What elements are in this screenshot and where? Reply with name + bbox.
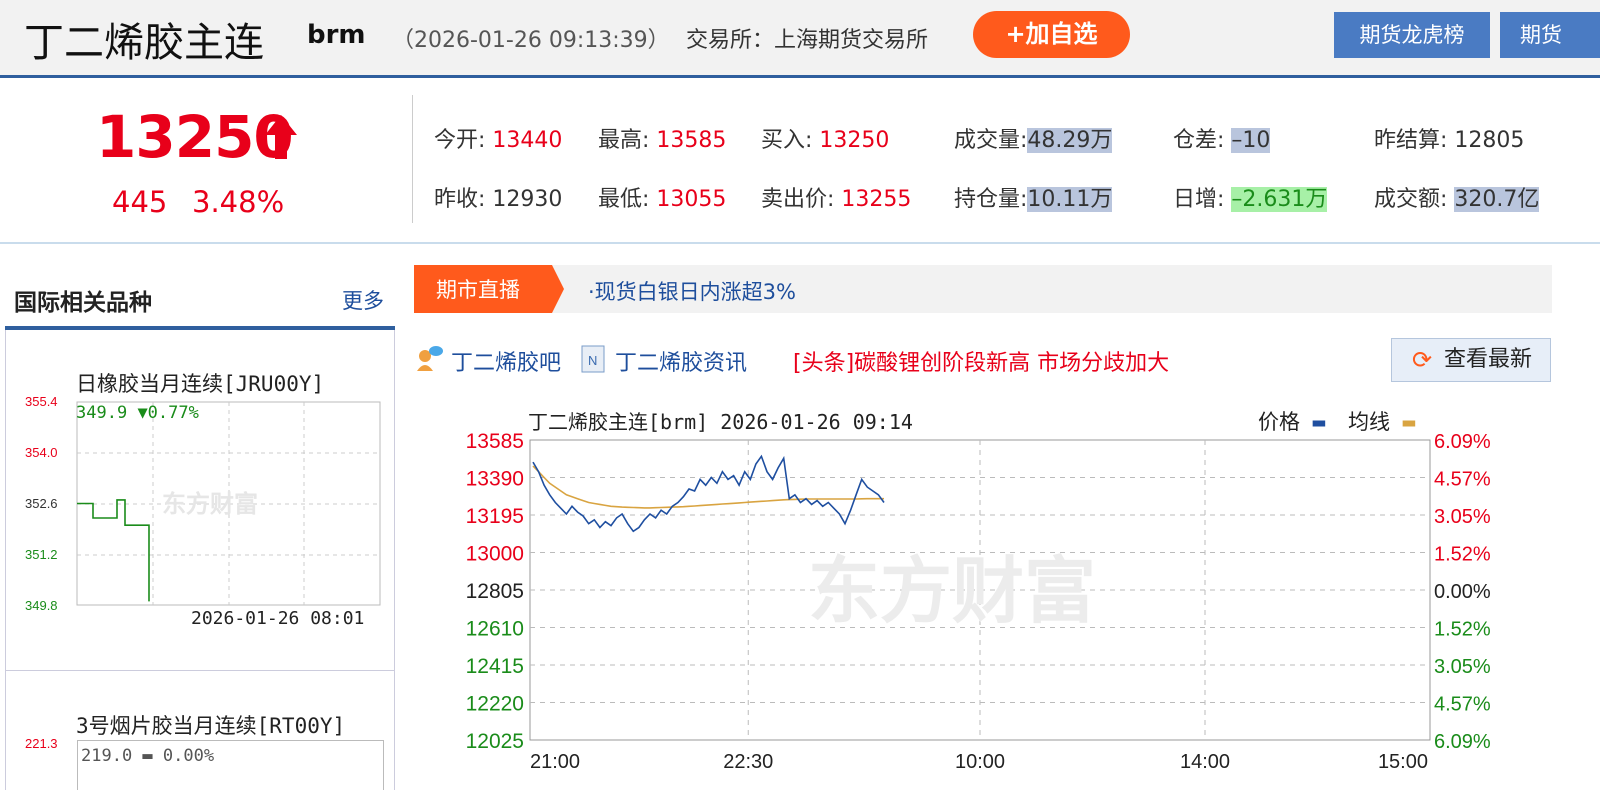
divider (6, 670, 394, 671)
sidebar-title: 国际相关品种 (14, 290, 152, 316)
forum-icon (417, 346, 443, 371)
mini-y-tick: 221.3 (25, 736, 58, 751)
price-change-pct: 3.48% (192, 185, 285, 219)
field-prev-close: 昨收: 12930 (434, 187, 563, 212)
field-prev-settle: 昨结算: 12805 (1374, 128, 1525, 153)
mini-last-price: 219.0 ▬ 0.00% (81, 746, 215, 766)
y-pct-label: 3.05% (1434, 506, 1491, 528)
watermark: 东方财富 (808, 552, 1096, 632)
y-tick-label: 12415 (466, 655, 524, 678)
futures-nav-button[interactable]: 期货 (1500, 12, 1600, 58)
add-watchlist-button[interactable]: +加自选 (973, 11, 1130, 58)
intraday-chart[interactable]: 东方财富 13585 13390 13195 13000 12805 12610 12415… (440, 426, 1540, 790)
news-tab[interactable]: 期市直播 (414, 265, 564, 313)
news-ticker (414, 265, 1552, 313)
mini-y-tick: 352.6 (25, 496, 58, 511)
mini-last-price: 349.9 ▼0.77% (76, 403, 199, 423)
y-tick-label: 13390 (466, 468, 524, 491)
field-high: 最高: 13585 (598, 128, 727, 153)
quote-panel: 13250 445 3.48% 今开: 13440 最高: 13585 买入: … (0, 81, 1600, 244)
related-item-title[interactable]: 3号烟片胶当月连续[RT00Y] (76, 710, 345, 740)
mini-y-tick: 349.8 (25, 598, 58, 613)
field-open: 今开: 13440 (434, 128, 563, 153)
mini-time: 2026-01-26 08:01 (191, 608, 365, 629)
futures-leaderboard-button[interactable]: 期货龙虎榜 (1334, 12, 1490, 58)
refresh-icon: ⟳ (1412, 346, 1433, 374)
refresh-button[interactable]: ⟳ 查看最新 (1391, 338, 1551, 382)
quote-time: （2026-01-26 09:13:39） (392, 28, 670, 53)
news-headline[interactable]: ·现货白银日内涨超3% (588, 276, 796, 306)
y-pct-label: 4.57% (1434, 469, 1491, 491)
mini-chart-jru[interactable]: 东方财富 (72, 400, 384, 638)
field-bid: 买入: 13250 (761, 128, 890, 153)
field-oi-diff: 仓差: –10 (1173, 128, 1271, 153)
y-tick-label: 12025 (466, 730, 524, 753)
price-change: 445 (112, 185, 168, 219)
x-tick-label: 15:00 (1378, 751, 1428, 773)
x-tick-label: 10:00 (955, 751, 1005, 773)
related-list: 日橡胶当月连续[JRU00Y] 355.4 354.0 352.6 351.2 … (5, 330, 395, 790)
news-icon: N (581, 345, 605, 373)
divider (412, 95, 413, 223)
x-tick-label: 21:00 (530, 751, 580, 773)
watermark: 东方财富 (162, 490, 258, 518)
forum-link[interactable]: 丁二烯胶吧 (451, 345, 561, 377)
field-daily-change: 日增: –2.631万 (1173, 187, 1328, 212)
mini-y-tick: 351.2 (25, 547, 58, 562)
up-arrow-icon (265, 115, 297, 159)
y-pct-label: 1.52% (1434, 619, 1491, 641)
x-tick-label: 22:30 (723, 751, 773, 773)
svg-text:N: N (588, 353, 597, 368)
y-tick-label: 12610 (466, 618, 524, 641)
header-bar: 丁二烯胶主连 brm （2026-01-26 09:13:39） 交易所：上海期… (0, 0, 1600, 78)
news-tab-label: 期市直播 (436, 279, 520, 302)
field-low: 最低: 13055 (598, 187, 727, 212)
mini-y-tick: 355.4 (25, 394, 58, 409)
y-tick-label: 13195 (466, 505, 524, 528)
mini-y-tick: 354.0 (25, 445, 58, 460)
y-tick-label: 12220 (466, 693, 524, 716)
y-pct-label: 6.09% (1434, 431, 1491, 453)
y-pct-label: 6.09% (1434, 731, 1491, 753)
info-link[interactable]: 丁二烯胶资讯 (615, 345, 747, 377)
field-turnover: 成交额: 320.7亿 (1374, 187, 1540, 212)
y-pct-label: 3.05% (1434, 656, 1491, 678)
y-tick-label: 12805 (466, 580, 524, 603)
related-item-title[interactable]: 日橡胶当月连续[JRU00Y] (76, 368, 324, 398)
field-ask: 卖出价: 13255 (761, 187, 912, 212)
x-tick-label: 14:00 (1180, 751, 1230, 773)
sidebar-more-link[interactable]: 更多 (342, 285, 384, 315)
contract-name: 丁二烯胶主连 (24, 20, 264, 66)
field-open-interest: 持仓量:10.11万 (954, 187, 1113, 212)
y-tick-label: 13585 (466, 430, 524, 453)
top-story-link[interactable]: [头条]碳酸锂创阶段新高 市场分歧加大 (793, 345, 1169, 377)
y-pct-label: 0.00% (1434, 581, 1491, 603)
exchange-label: 交易所：上海期货交易所 (686, 28, 929, 53)
y-pct-label: 1.52% (1434, 544, 1491, 566)
y-pct-label: 4.57% (1434, 694, 1491, 716)
field-volume: 成交量:48.29万 (954, 128, 1113, 153)
y-tick-label: 13000 (466, 543, 524, 566)
contract-code: brm (307, 20, 366, 50)
